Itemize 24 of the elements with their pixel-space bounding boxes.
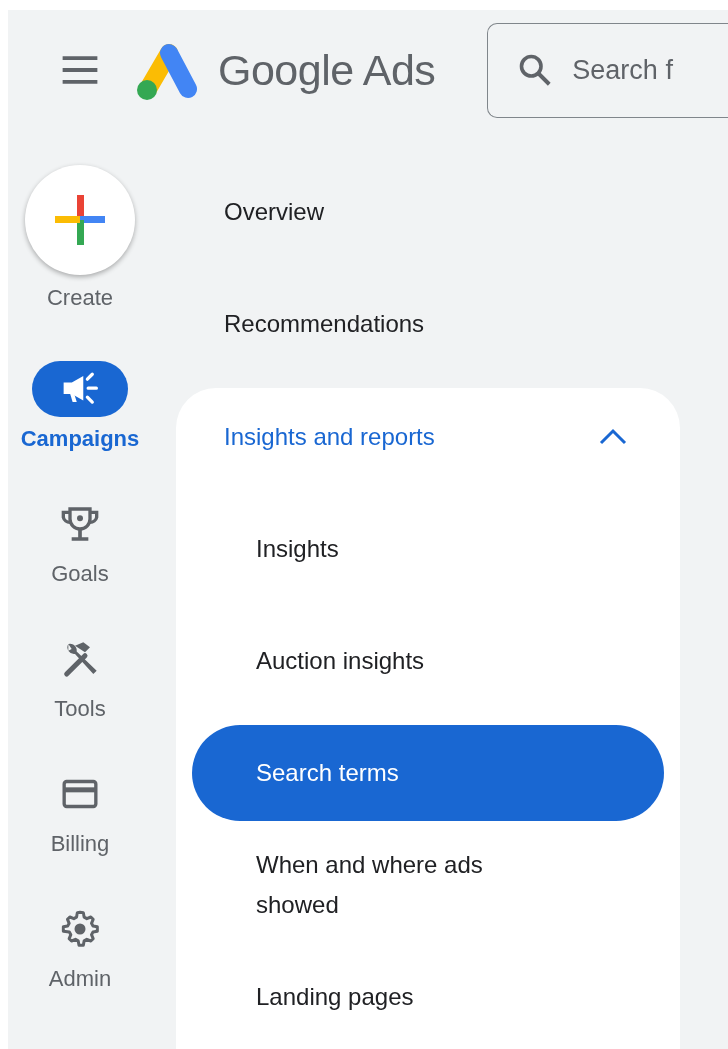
nav-subitem[interactable]: When and where ads showed bbox=[192, 837, 664, 933]
chevron-icon[interactable] bbox=[598, 427, 628, 447]
nav-item[interactable]: Overview bbox=[224, 198, 325, 226]
search-field[interactable]: Search f bbox=[487, 22, 728, 118]
nav-subitem[interactable]: Search terms bbox=[192, 725, 664, 821]
nav-rail-label[interactable]: Billing bbox=[50, 830, 110, 858]
create-button[interactable] bbox=[25, 165, 135, 275]
plus-icon bbox=[54, 194, 106, 246]
menu-icon[interactable] bbox=[61, 55, 99, 85]
nav-subitem[interactable]: Landing pages bbox=[192, 949, 664, 1045]
nav-rail-button[interactable] bbox=[32, 361, 128, 417]
nav-rail-label[interactable]: Admin bbox=[48, 965, 112, 993]
gear-icon bbox=[60, 909, 100, 949]
nav-section-header[interactable]: Insights and reports bbox=[176, 388, 680, 486]
logo-icon bbox=[135, 43, 199, 101]
nav-rail-label[interactable]: Goals bbox=[51, 560, 109, 588]
trophy-icon bbox=[60, 504, 100, 544]
nav-rail-label[interactable]: Campaigns bbox=[20, 425, 140, 453]
nav-subitem[interactable]: Auction insights bbox=[192, 613, 664, 709]
nav-subitem[interactable]: Insights bbox=[192, 501, 664, 597]
nav-rail-label[interactable]: Tools bbox=[54, 695, 106, 723]
brand-name: Google Ads bbox=[218, 45, 436, 95]
create-label: Create bbox=[46, 284, 113, 312]
nav-item[interactable]: Recommendations bbox=[224, 310, 425, 338]
